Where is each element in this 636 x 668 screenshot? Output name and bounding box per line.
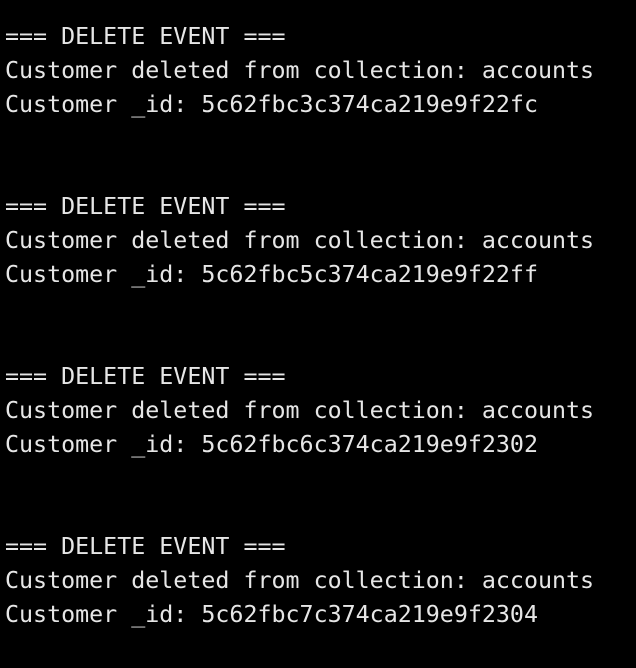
terminal-output[interactable]: === DELETE EVENT === Customer deleted fr… (0, 0, 636, 668)
event-message: Customer deleted from collection: accoun… (5, 397, 595, 424)
delete-event-block: === DELETE EVENT === Customer deleted fr… (5, 530, 636, 668)
event-message: Customer deleted from collection: accoun… (5, 567, 595, 594)
event-customer-id: Customer _id: 5c62fbc6c374ca219e9f2302 (5, 431, 538, 458)
event-message: Customer deleted from collection: accoun… (5, 227, 595, 254)
event-message: Customer deleted from collection: accoun… (5, 57, 595, 84)
event-log: === DELETE EVENT === Customer deleted fr… (5, 20, 636, 668)
event-customer-id: Customer _id: 5c62fbc3c374ca219e9f22fc (5, 91, 538, 118)
delete-event-block: === DELETE EVENT === Customer deleted fr… (5, 20, 636, 190)
event-header: === DELETE EVENT === (5, 193, 286, 220)
event-customer-id: Customer _id: 5c62fbc5c374ca219e9f22ff (5, 261, 538, 288)
event-header: === DELETE EVENT === (5, 363, 286, 390)
event-header: === DELETE EVENT === (5, 23, 286, 50)
delete-event-block: === DELETE EVENT === Customer deleted fr… (5, 360, 636, 530)
event-customer-id: Customer _id: 5c62fbc7c374ca219e9f2304 (5, 601, 538, 628)
event-header: === DELETE EVENT === (5, 533, 286, 560)
delete-event-block: === DELETE EVENT === Customer deleted fr… (5, 190, 636, 360)
